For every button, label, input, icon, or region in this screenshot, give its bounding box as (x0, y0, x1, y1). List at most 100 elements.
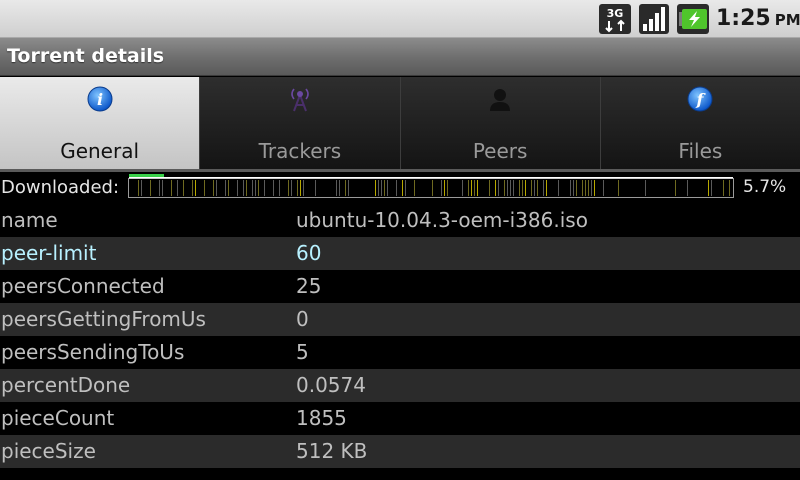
piece-marker (216, 180, 217, 196)
piece-marker (279, 180, 280, 196)
piece-marker (558, 180, 559, 196)
piece-marker (510, 180, 511, 196)
piece-marker (444, 180, 445, 196)
piece-marker (495, 180, 496, 196)
piece-marker (525, 180, 526, 196)
piece-marker (687, 180, 688, 196)
piece-marker (348, 180, 349, 196)
piece-marker (462, 180, 463, 196)
property-row-piece-count[interactable]: pieceCount 1855 (0, 402, 800, 435)
property-row-name[interactable]: name ubuntu-10.04.3-oem-i386.iso (0, 204, 800, 237)
piece-marker (507, 180, 508, 196)
piece-marker (441, 180, 442, 196)
property-key: pieceSize (1, 439, 96, 463)
tab-general[interactable]: i General (0, 77, 201, 169)
property-key: peersGettingFromUs (1, 307, 206, 331)
piece-marker (177, 180, 178, 196)
piece-marker (213, 180, 214, 196)
piece-marker (396, 180, 397, 196)
property-value: 0.0574 (296, 373, 366, 397)
piece-marker (252, 180, 253, 196)
piece-marker (708, 180, 709, 196)
piece-marker (477, 180, 478, 196)
piece-marker (387, 180, 388, 196)
piece-marker (246, 180, 247, 196)
piece-marker (405, 180, 406, 196)
piece-marker (519, 180, 520, 196)
piece-marker (474, 180, 475, 196)
piece-marker (228, 180, 229, 196)
tab-trackers[interactable]: Trackers (200, 77, 401, 169)
piece-marker (255, 180, 256, 196)
piece-marker (729, 180, 730, 196)
3g-data-icon: 3G (599, 4, 631, 34)
status-bar: 3G 1:25 PM (0, 0, 800, 38)
property-row-peers-sending-to-us[interactable]: peersSendingToUs 5 (0, 336, 800, 369)
info-icon: i (87, 86, 113, 112)
property-value: 5 (296, 340, 309, 364)
tab-peers[interactable]: Peers (400, 77, 601, 169)
tab-files[interactable]: f Files (600, 77, 800, 169)
property-value: 60 (296, 241, 322, 265)
piece-marker (546, 180, 547, 196)
piece-marker (162, 180, 163, 196)
property-key: percentDone (1, 373, 131, 397)
property-key: peersSendingToUs (1, 340, 185, 364)
property-row-partial[interactable] (0, 468, 800, 479)
piece-marker (447, 180, 448, 196)
download-progress-row: Downloaded: 5.7% (0, 172, 800, 204)
piece-marker (723, 180, 724, 196)
property-row-peers-getting-from-us[interactable]: peersGettingFromUs 0 (0, 303, 800, 336)
property-value: 25 (296, 274, 322, 298)
piece-marker (303, 180, 304, 196)
piece-marker (537, 180, 538, 196)
download-pieces-bar (128, 174, 734, 198)
property-value: ubuntu-10.04.3-oem-i386.iso (296, 208, 588, 232)
tab-label: Peers (472, 139, 528, 163)
piece-marker (471, 180, 472, 196)
piece-marker (195, 180, 196, 196)
download-percent: 5.7% (743, 177, 787, 197)
piece-marker (534, 180, 535, 196)
piece-marker (603, 180, 604, 196)
signal-strength-icon (639, 4, 669, 34)
property-key: peersConnected (1, 274, 165, 298)
piece-marker (204, 180, 205, 196)
property-value: 1855 (296, 406, 347, 430)
piece-marker (489, 180, 490, 196)
piece-marker (645, 180, 646, 196)
property-row-peer-limit[interactable]: peer-limit 60 (0, 237, 800, 270)
pieces-bar-frame (128, 178, 734, 198)
piece-marker (183, 180, 184, 196)
piece-marker (159, 180, 160, 196)
piece-marker (171, 180, 172, 196)
piece-marker (591, 180, 592, 196)
property-row-peers-connected[interactable]: peersConnected 25 (0, 270, 800, 303)
antenna-icon (291, 88, 309, 112)
piece-marker (378, 180, 379, 196)
piece-marker (498, 180, 499, 196)
piece-marker (225, 180, 226, 196)
clock: 1:25 PM (716, 6, 800, 34)
person-icon (490, 89, 511, 111)
piece-marker (291, 180, 292, 196)
piece-marker (264, 180, 265, 196)
piece-marker (192, 180, 193, 196)
property-key: peer-limit (1, 241, 97, 265)
piece-marker (141, 180, 142, 196)
piece-marker (468, 180, 469, 196)
property-row-percent-done[interactable]: percentDone 0.0574 (0, 369, 800, 402)
piece-marker (315, 180, 316, 196)
piece-marker (402, 180, 403, 196)
piece-marker (570, 180, 571, 196)
piece-marker (345, 180, 346, 196)
piece-marker (711, 180, 712, 196)
property-row-piece-size[interactable]: pieceSize 512 KB (0, 435, 800, 468)
clock-ampm: PM (774, 11, 800, 29)
piece-marker (618, 180, 619, 196)
progress-track (129, 177, 733, 179)
piece-marker (522, 180, 523, 196)
download-label: Downloaded: (1, 177, 120, 198)
progress-fill (129, 174, 164, 177)
piece-marker (336, 180, 337, 196)
